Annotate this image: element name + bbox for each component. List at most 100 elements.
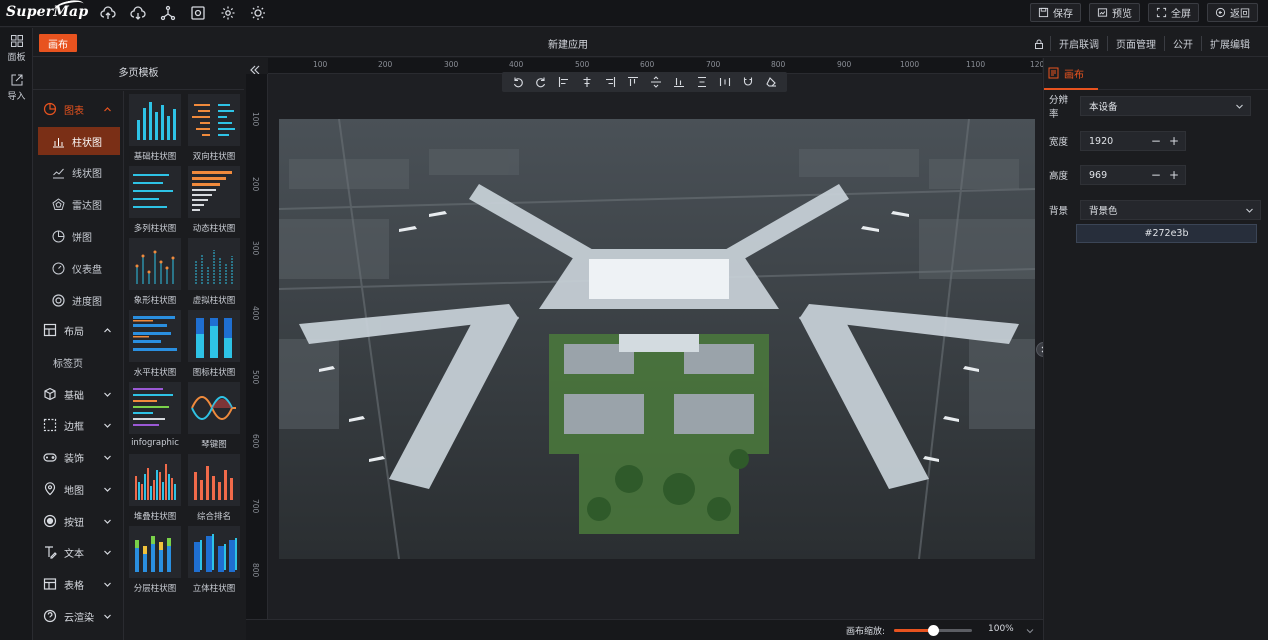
category-decor[interactable]: 装饰 xyxy=(33,442,124,472)
chevron-down-icon xyxy=(104,519,111,524)
sub-item-progress[interactable]: 进度图 xyxy=(38,286,120,314)
height-input[interactable]: 969 − + xyxy=(1080,165,1186,185)
icon-bar-preview-icon xyxy=(196,318,232,358)
top-bar: SuperMap 保存 预览 全屏 返回 xyxy=(0,0,1268,27)
height-increment-button[interactable]: + xyxy=(1169,168,1179,182)
align-bottom-icon[interactable] xyxy=(673,76,685,88)
category-basic[interactable]: 基础 xyxy=(33,379,124,409)
document-icon xyxy=(1048,67,1059,79)
chevron-down-icon xyxy=(104,392,111,397)
radar-chart-icon xyxy=(52,197,65,210)
canvas-background-image[interactable] xyxy=(279,119,1035,559)
background-type-select[interactable]: 背景色 xyxy=(1080,200,1261,220)
width-increment-button[interactable]: + xyxy=(1169,134,1179,148)
sub-item-bar-chart[interactable]: 柱状图 xyxy=(38,127,120,155)
save-button[interactable]: 保存 xyxy=(1030,3,1081,22)
enable-debug-link[interactable]: 开启联调 xyxy=(1050,36,1107,51)
component-category-list: 图表 柱状图 线状图 雷达图 饼图 仪表盘 进度图 布局 标签页 基础 边框 装… xyxy=(33,91,124,640)
rail-item-import[interactable]: 导入 xyxy=(0,73,33,102)
cloud-download-icon[interactable] xyxy=(130,5,146,21)
sub-item-radar-chart[interactable]: 雷达图 xyxy=(38,190,120,218)
bar-chart-icon xyxy=(53,137,64,147)
chart-pie-icon xyxy=(43,102,57,116)
gear-icon[interactable] xyxy=(220,5,236,21)
align-middle-vertical-icon[interactable] xyxy=(650,76,662,88)
public-link[interactable]: 公开 xyxy=(1164,36,1201,51)
background-label: 背景 xyxy=(1049,206,1069,217)
help-circle-icon xyxy=(43,609,57,623)
thumbnail-infographic[interactable]: infographic xyxy=(129,382,181,448)
distribute-vertical-icon[interactable] xyxy=(696,76,708,88)
properties-panel: 画布 分辨率 本设备 宽度 1920 − + 高度 969 − + 背景 背景色 #… xyxy=(1043,58,1268,640)
width-decrement-button[interactable]: − xyxy=(1151,134,1161,148)
thumbnail-multi-column-bar[interactable]: 多列柱状图 xyxy=(129,166,181,234)
thumbnail-virtual-bar[interactable]: 虚拟柱状图 xyxy=(188,238,240,306)
page-manage-link[interactable]: 页面管理 xyxy=(1107,36,1164,51)
category-cloud-render[interactable]: 云渲染 xyxy=(33,601,124,631)
template-panel-header: 多页模板 xyxy=(33,58,244,90)
background-color-picker[interactable]: #272e3b xyxy=(1076,224,1257,243)
back-icon xyxy=(1215,7,1226,18)
back-button[interactable]: 返回 xyxy=(1207,3,1258,22)
redo-icon[interactable] xyxy=(535,76,547,88)
tab-canvas[interactable]: 画布 xyxy=(1044,58,1098,90)
undo-icon[interactable] xyxy=(512,76,524,88)
chevron-down-icon[interactable] xyxy=(1026,627,1034,635)
thumbnail-dynamic-bar[interactable]: 动态柱状图 xyxy=(188,166,240,234)
left-rail: 面板 导入 xyxy=(0,28,33,640)
zoom-slider[interactable] xyxy=(894,625,972,636)
clear-format-icon[interactable] xyxy=(765,76,777,88)
sub-item-gauge[interactable]: 仪表盘 xyxy=(38,254,120,282)
category-border[interactable]: 边框 xyxy=(33,410,124,440)
line-chart-icon xyxy=(53,168,64,178)
thumbnail-composite-ranking[interactable]: 综合排名 xyxy=(188,454,240,522)
resolution-select[interactable]: 本设备 xyxy=(1080,96,1251,116)
extend-edit-link[interactable]: 扩展编辑 xyxy=(1201,36,1258,51)
category-button[interactable]: 按钮 xyxy=(33,506,124,536)
fullscreen-button[interactable]: 全屏 xyxy=(1148,3,1199,22)
align-center-horizontal-icon[interactable] xyxy=(581,76,593,88)
width-label: 宽度 xyxy=(1049,137,1069,148)
height-label: 高度 xyxy=(1049,171,1069,182)
sub-item-tabs[interactable]: 标签页 xyxy=(38,348,120,376)
category-map[interactable]: 地图 xyxy=(33,474,124,504)
height-decrement-button[interactable]: − xyxy=(1151,168,1161,182)
align-top-icon[interactable] xyxy=(627,76,639,88)
category-layout[interactable]: 布局 xyxy=(33,315,124,345)
thumbnail-layered-bar[interactable]: 分层柱状图 xyxy=(129,526,181,594)
thumbnail-horizontal-bar[interactable]: 水平柱状图 xyxy=(129,310,181,378)
screen-icon[interactable] xyxy=(190,5,206,21)
chevron-down-icon xyxy=(1236,104,1243,109)
zoom-slider-thumb[interactable] xyxy=(928,625,939,636)
thumbnail-piano[interactable]: 琴键图 xyxy=(188,382,240,450)
magnet-icon[interactable] xyxy=(742,76,754,88)
align-right-icon[interactable] xyxy=(604,76,616,88)
category-text[interactable]: 文本 xyxy=(33,537,124,567)
cloud-upload-icon[interactable] xyxy=(100,5,116,21)
canvas-tag[interactable]: 画布 xyxy=(39,34,77,52)
sub-item-pie-chart[interactable]: 饼图 xyxy=(38,222,120,250)
thumbnail-icon-bar[interactable]: 图标柱状图 xyxy=(188,310,240,378)
category-table[interactable]: 表格 xyxy=(33,569,124,599)
chevron-down-icon xyxy=(104,614,111,619)
thumbnail-bidirectional-bar[interactable]: 双向柱状图 xyxy=(188,94,240,162)
cube-icon xyxy=(44,387,56,401)
preview-button[interactable]: 预览 xyxy=(1089,3,1140,22)
rail-item-panel[interactable]: 面板 xyxy=(0,34,33,63)
stacked-bar-preview-icon xyxy=(135,464,176,500)
sun-icon[interactable] xyxy=(250,5,266,21)
width-input[interactable]: 1920 − + xyxy=(1080,131,1186,151)
thumbnail-3d-bar[interactable]: 立体柱状图 xyxy=(188,526,240,594)
zoom-label: 画布缩放: xyxy=(846,627,886,637)
category-chart[interactable]: 图表 xyxy=(33,94,124,124)
thumbnail-pictorial-bar[interactable]: 象形柱状图 xyxy=(129,238,181,306)
progress-ring-icon xyxy=(52,293,65,307)
virtual-bar-preview-icon xyxy=(195,250,233,284)
lock-icon xyxy=(1035,39,1043,49)
distribute-horizontal-icon[interactable] xyxy=(719,76,731,88)
thumbnail-basic-bar[interactable]: 基础柱状图 xyxy=(129,94,181,162)
sub-item-line-chart[interactable]: 线状图 xyxy=(38,158,120,186)
align-left-icon[interactable] xyxy=(558,76,570,88)
share-icon[interactable] xyxy=(160,5,176,21)
thumbnail-stacked-bar[interactable]: 堆叠柱状图 xyxy=(129,454,181,522)
